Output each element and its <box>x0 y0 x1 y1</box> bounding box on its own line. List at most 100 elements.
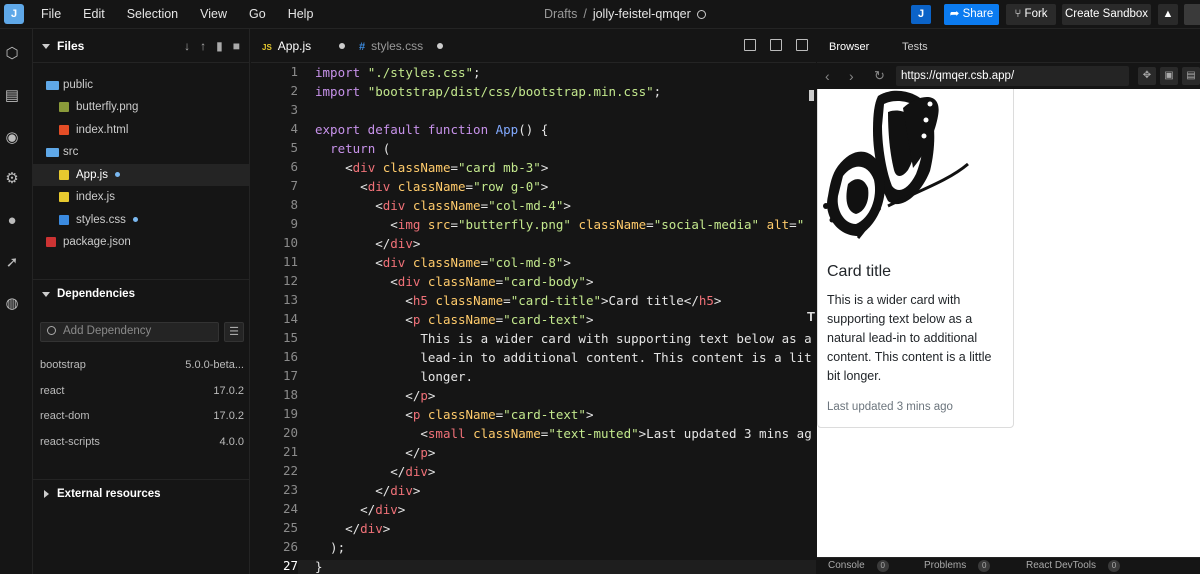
console-tab[interactable]: Console 0 <box>828 560 889 572</box>
tree-file-package-json[interactable]: package.json <box>33 231 250 253</box>
dependency-version[interactable]: 17.0.2 <box>213 381 244 401</box>
add-dependency-field[interactable] <box>40 322 219 342</box>
count-badge: 0 <box>978 560 991 572</box>
split-editor-icon[interactable] <box>744 39 756 51</box>
dependency-row[interactable]: react-scripts 4.0.0 <box>40 432 244 452</box>
tree-file-index-html[interactable]: index.html <box>33 119 250 141</box>
tab-styles-css[interactable]: # styles.css <box>359 29 444 63</box>
refresh-icon[interactable]: ↻ <box>874 67 885 85</box>
tab-browser[interactable]: Browser <box>829 29 869 65</box>
line-number: 7 <box>290 178 298 193</box>
dependency-version[interactable]: 17.0.2 <box>213 406 244 426</box>
open-window-icon[interactable]: ▣ <box>1160 67 1178 85</box>
file-icon[interactable]: ▤ <box>3 87 21 105</box>
sort-up-icon[interactable]: ↑ <box>200 39 206 53</box>
files-header[interactable]: Files ↓ ↑ ▮ ■ <box>33 29 250 63</box>
problems-tab[interactable]: Problems 0 <box>924 560 991 572</box>
back-icon[interactable]: ‹ <box>825 67 830 85</box>
tree-label: styles.css <box>76 209 138 231</box>
devtools-icon[interactable]: ✥ <box>1138 67 1156 85</box>
menu-selection[interactable]: Selection <box>127 0 178 29</box>
codesandbox-logo[interactable]: J <box>4 4 24 24</box>
new-file-icon[interactable]: ▮ <box>216 39 223 53</box>
code-line: ); <box>315 540 346 555</box>
sort-down-icon[interactable]: ↓ <box>184 39 190 53</box>
scrollbar-marker[interactable] <box>809 90 814 101</box>
layout-icon[interactable] <box>796 39 808 51</box>
card-updated-text: Last updated 3 mins ago <box>827 401 953 413</box>
tree-folder-public[interactable]: public <box>33 74 250 96</box>
preview-icon[interactable] <box>770 39 782 51</box>
line-number: 18 <box>282 387 298 402</box>
code-line: <img src="butterfly.png" className="soci… <box>315 217 805 232</box>
dependency-name: react-dom <box>40 410 90 422</box>
code-line: <div className="row g-0"> <box>315 179 549 194</box>
code-line: <small className="text-muted">Last updat… <box>315 426 812 441</box>
user-avatar[interactable]: J <box>911 5 931 24</box>
code-content[interactable]: import "./styles.css"; import "bootstrap… <box>315 63 812 574</box>
html-file-icon <box>59 125 69 135</box>
react-devtools-tab[interactable]: React DevTools 0 <box>1026 560 1121 572</box>
line-number: 27 <box>282 558 298 573</box>
gear-icon[interactable]: ⚙ <box>3 170 21 188</box>
code-line: </p> <box>315 388 436 403</box>
unsaved-dot[interactable] <box>437 43 444 49</box>
dependency-row[interactable]: react-dom 17.0.2 <box>40 406 244 426</box>
forward-icon[interactable]: › <box>849 67 854 85</box>
code-line: export default function App() { <box>315 122 549 137</box>
line-number: 26 <box>282 539 298 554</box>
dependency-row[interactable]: react 17.0.2 <box>40 381 244 401</box>
create-sandbox-button[interactable]: Create Sandbox <box>1062 4 1151 25</box>
new-folder-icon[interactable]: ■ <box>233 39 240 53</box>
code-editor[interactable]: 1 2 3 4 5 6 7 8 9 10 11 12 13 14 15 16 17 18 19 20 21 22 23 24 2… <box>251 63 816 574</box>
expand-icon[interactable]: ▤ <box>1182 67 1200 85</box>
menu-file[interactable]: File <box>41 0 61 29</box>
tab-label: styles.css <box>371 39 424 53</box>
bell-icon[interactable]: ▲ <box>1158 4 1178 25</box>
add-dependency-input[interactable] <box>63 325 213 337</box>
tree-file-butterfly[interactable]: butterfly.png <box>33 96 250 118</box>
unsaved-dot[interactable] <box>339 43 346 49</box>
rocket-icon[interactable]: ➚ <box>3 254 21 272</box>
url-bar[interactable]: https://qmqer.csb.app/ <box>896 66 1129 86</box>
tree-folder-src[interactable]: src <box>33 141 250 163</box>
line-number: 13 <box>282 292 298 307</box>
share-button[interactable]: ➦ Share <box>944 4 999 25</box>
tab-app-js[interactable]: JS App.js <box>262 29 346 63</box>
line-number: 19 <box>282 406 298 421</box>
code-line: </div> <box>315 521 391 536</box>
search-icon[interactable]: ◉ <box>3 129 21 147</box>
github-icon[interactable]: ● <box>3 212 21 230</box>
external-resources-header[interactable]: External resources <box>33 479 250 507</box>
dependencies-header[interactable]: Dependencies <box>33 279 250 307</box>
chevron-down-icon <box>42 44 50 49</box>
dependencies-title: Dependencies <box>57 288 135 300</box>
line-number: 20 <box>282 425 298 440</box>
card-title: Card title <box>827 263 892 280</box>
tab-tests[interactable]: Tests <box>902 29 928 65</box>
profile-avatar[interactable] <box>1184 4 1200 25</box>
tree-file-app-js[interactable]: App.js <box>33 164 250 186</box>
fork-button[interactable]: ⑂ Fork <box>1006 4 1056 25</box>
menu-icon[interactable]: ☰ <box>224 322 244 342</box>
breadcrumb-drafts[interactable]: Drafts <box>544 7 577 21</box>
menu-go[interactable]: Go <box>249 0 266 29</box>
tree-file-styles-css[interactable]: styles.css <box>33 209 250 231</box>
sandbox-name[interactable]: jolly-feistel-qmqer <box>593 7 691 21</box>
users-icon[interactable]: ◍ <box>3 295 21 313</box>
editor-toolbar <box>730 39 808 51</box>
code-line: </p> <box>315 445 436 460</box>
globe-icon[interactable] <box>696 10 706 19</box>
menu-edit[interactable]: Edit <box>83 0 105 29</box>
menu-help[interactable]: Help <box>288 0 314 29</box>
code-line: <div className="card mb-3"> <box>315 160 549 175</box>
cube-icon[interactable]: ⬡ <box>3 45 21 63</box>
dependency-name: react <box>40 385 65 397</box>
dependency-version[interactable]: 4.0.0 <box>220 432 244 452</box>
tree-file-index-js[interactable]: index.js <box>33 186 250 208</box>
dependency-row[interactable]: bootstrap 5.0.0-beta... <box>40 355 244 375</box>
dependency-version[interactable]: 5.0.0-beta... <box>185 355 244 375</box>
code-line: <p className="card-text"> <box>315 407 594 422</box>
menu-view[interactable]: View <box>200 0 227 29</box>
tree-label: public <box>63 79 94 91</box>
